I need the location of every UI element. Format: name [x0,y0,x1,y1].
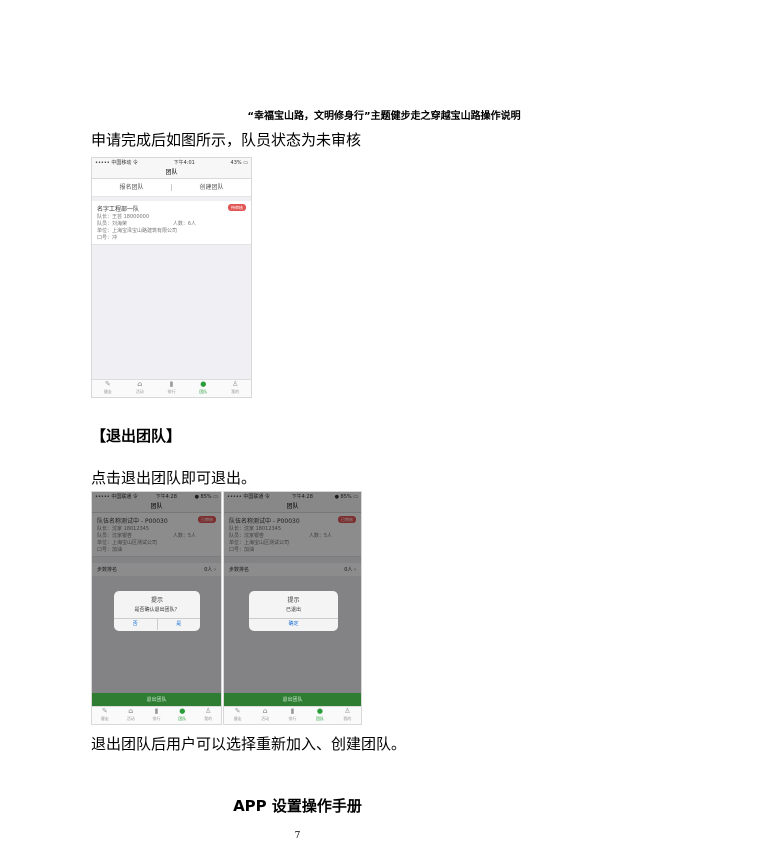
dialog-title: 提示 [150,597,163,604]
exit-team-button[interactable]: 退出团队 [224,693,361,707]
carrier-label: ••••• 中国移动 令 [95,160,138,166]
team-icon: ● [316,707,323,715]
bottom-tab-bar: ✎ 健走 ⌂ 活动 ▮ 排行 ● 团队 ♙ 我的 [92,379,251,397]
nav-title: 团队 [92,167,251,179]
tab-team-label: 团队 [178,716,187,721]
tab-ranking[interactable]: ▮ 排行 [144,707,170,724]
tab-walk-label: 健走 [233,716,242,721]
team-count: 人数：6人 [172,221,196,227]
paragraph-after-exit: 退出团队后用户可以选择重新加入、创建团队。 [91,735,407,753]
user-icon: ♙ [231,380,239,388]
dialog-buttons: 否 是 [114,618,200,630]
ranking-icon: ▮ [290,707,295,715]
tab-walk[interactable]: ✎ 健走 [224,707,251,724]
team-card[interactable]: 名字工程部一队 待审核 队长：王芸 18000000 队员：刘海荣 人数：6人 … [92,201,251,245]
tab-ranking[interactable]: ▮ 排行 [156,380,188,397]
alert-dialog: 提示 已退出 确定 [249,591,338,631]
walk-icon: ✎ [104,380,111,388]
tab-mine-label: 我的 [343,716,352,721]
tab-ranking-label: 排行 [152,716,161,721]
dialog-buttons: 确定 [249,618,338,630]
confirm-dialog: 提示 是否确认退出团队？ 否 是 [114,591,200,631]
tab-walk-label: 健走 [100,716,109,721]
page-number: 7 [294,831,301,841]
tab-activity[interactable]: ⌂ 活动 [118,707,144,724]
tab-activity[interactable]: ⌂ 活动 [124,380,156,397]
cancel-button[interactable]: 否 [114,619,157,630]
bottom-tab-bar: ✎ 健走 ⌂ 活动 ▮ 排行 ● 团队 ♙ 我的 [224,706,361,724]
walk-icon: ✎ [101,707,108,715]
battery-label: 43% ▭ [230,159,248,166]
tab-ranking-label: 排行 [167,389,176,394]
tab-mine-label: 我的 [231,389,240,394]
tab-walk[interactable]: ✎ 健走 [92,707,118,724]
user-icon: ♙ [204,707,212,715]
tab-ranking-label: 排行 [288,716,297,721]
tab-create-team[interactable]: 创建团队 [172,179,251,196]
dialog-title: 提示 [287,597,300,604]
tab-ranking[interactable]: ▮ 排行 [279,707,306,724]
paragraph-application-status: 申请完成后如图所示，队员状态为未审核 [91,131,362,149]
team-slogan: 口号：冲 [97,235,118,241]
exit-team-button[interactable]: 退出团队 [92,693,221,707]
tab-mine[interactable]: ♙ 我的 [334,707,361,724]
paragraph-click-exit: 点击退出团队即可退出。 [91,469,257,487]
activity-icon: ⌂ [137,380,143,388]
document-header-title: “幸福宝山路，文明修身行”主题健步走之穿越宝山路操作说明 [247,111,521,122]
activity-icon: ⌂ [262,707,268,715]
phone-screenshot-exit-done: ••••• 中国联通 令 下午4:28 ● 85% ▭ 团队 队伍名称测试中 -… [223,491,362,725]
confirm-button[interactable]: 是 [158,619,201,630]
tab-walk-label: 健走 [103,389,112,394]
tab-mine-label: 我的 [204,716,213,721]
status-bar: ••••• 中国移动 令 下午4:01 43% ▭ [92,158,251,167]
tab-activity-label: 活动 [126,716,135,721]
tab-team-label: 团队 [199,389,208,394]
team-name: 名字工程部一队 [97,206,140,213]
ranking-icon: ▮ [169,380,174,388]
walk-icon: ✎ [234,707,241,715]
tab-mine[interactable]: ♙ 我的 [195,707,221,724]
tab-team-label: 团队 [315,716,324,721]
tab-walk[interactable]: ✎ 健走 [92,380,124,397]
phone-screenshot-team-pending: ••••• 中国移动 令 下午4:01 43% ▭ 团队 报名团队 创建团队 名… [91,157,252,398]
clock-label: 下午4:01 [173,160,195,166]
team-leader: 队长：王芸 18000000 [97,214,150,220]
tab-activity-label: 活动 [261,716,270,721]
phone-screenshot-exit-confirm: ••••• 中国联通 令 下午4:28 ● 85% ▭ 团队 队伍名称测试中 -… [91,491,222,725]
activity-icon: ⌂ [128,707,134,715]
dialog-message: 是否确认退出团队？ [134,607,180,613]
status-badge: 待审核 [228,204,246,211]
team-member: 队员：刘海荣 [97,221,128,227]
tab-mine[interactable]: ♙ 我的 [219,380,251,397]
tab-team[interactable]: ● 团队 [306,707,333,724]
tab-join-team[interactable]: 报名团队 [92,179,171,196]
team-unit: 单位：上海宝泽宝山路建筑有限公司 [97,228,178,234]
team-icon: ● [200,380,207,388]
tab-team[interactable]: ● 团队 [187,380,219,397]
bottom-tab-bar: ✎ 健走 ⌂ 活动 ▮ 排行 ● 团队 ♙ 我的 [92,706,221,724]
user-icon: ♙ [344,707,351,715]
section-title-exit-team: 【退出团队】 [91,427,182,445]
ok-button[interactable]: 确定 [249,619,338,630]
dialog-message: 已退出 [285,607,301,613]
tab-activity-label: 活动 [135,389,144,394]
ranking-icon: ▮ [154,707,159,715]
tab-activity[interactable]: ⌂ 活动 [251,707,278,724]
footer-manual-title: APP 设置操作手册 [233,797,362,815]
team-icon: ● [179,707,186,715]
team-tabs: 报名团队 创建团队 [92,179,251,197]
tab-team[interactable]: ● 团队 [169,707,195,724]
